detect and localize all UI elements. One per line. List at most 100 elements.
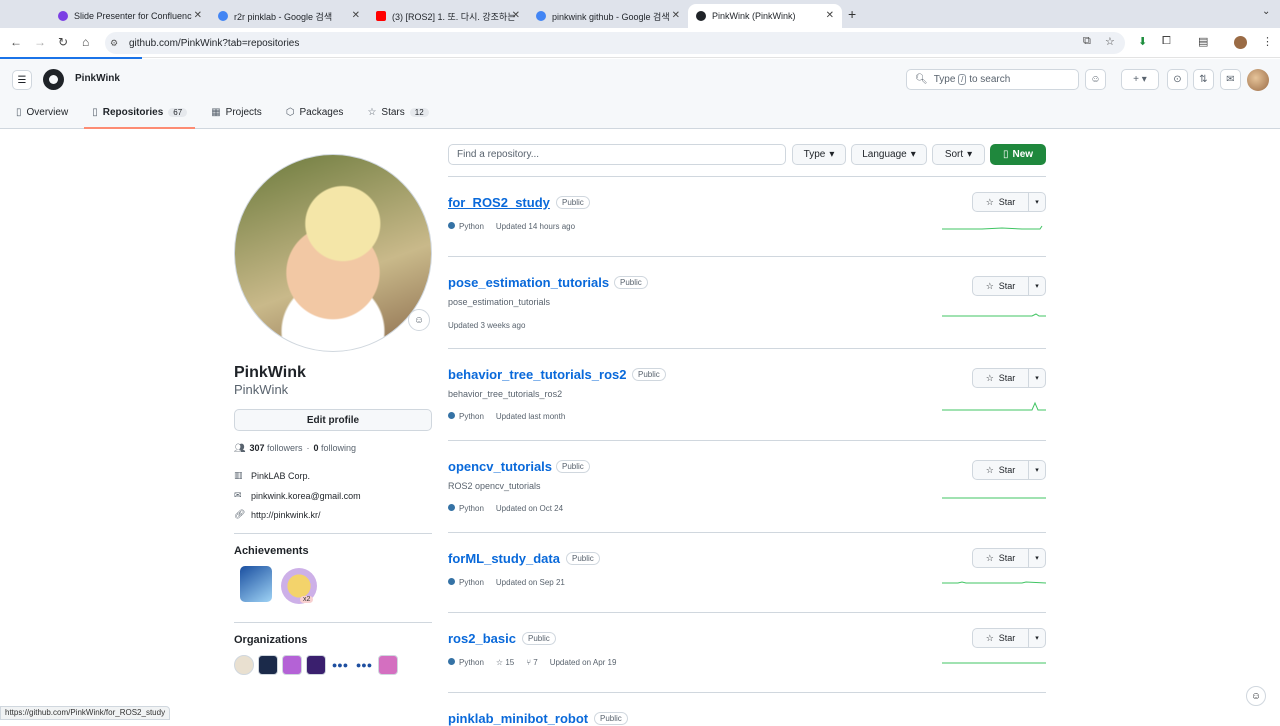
org-avatar[interactable]: [234, 655, 254, 675]
updated-text: Updated last month: [495, 412, 566, 421]
activity-sparkline: [942, 581, 1046, 584]
star-list-dropdown-icon[interactable]: ▾: [1029, 369, 1045, 387]
close-tab-icon[interactable]: ✕: [672, 10, 680, 21]
star-label: Star: [998, 553, 1016, 563]
tab-repositories[interactable]: ▯ Repositories 67: [84, 100, 196, 129]
copilot-chat-icon[interactable]: ☺: [1246, 686, 1266, 706]
repo-name-link[interactable]: pose_estimation_tutorials: [448, 275, 609, 290]
install-app-icon[interactable]: ⧉: [1083, 35, 1091, 48]
star-list-dropdown-icon[interactable]: ▾: [1029, 461, 1045, 479]
org-avatar[interactable]: ●●●: [330, 655, 350, 675]
org-avatar[interactable]: [258, 655, 278, 675]
type-filter-button[interactable]: Type ▾: [792, 144, 846, 165]
tab-search-chevron-icon[interactable]: ⌄: [1262, 6, 1270, 17]
edit-profile-button[interactable]: Edit profile: [234, 409, 432, 431]
followers-link[interactable]: 307 followers: [249, 443, 302, 454]
star-list-dropdown-icon[interactable]: ▾: [1029, 629, 1045, 647]
user-avatar[interactable]: [1247, 69, 1269, 91]
create-new-plus-icon[interactable]: + ▾: [1121, 69, 1159, 90]
star-icon: ☆: [367, 106, 377, 118]
visibility-badge: Public: [556, 460, 590, 473]
org-avatar[interactable]: [282, 655, 302, 675]
email-link[interactable]: pinkwink.korea@gmail.com: [251, 491, 361, 501]
achievement-badge-icon[interactable]: [240, 566, 272, 602]
repo-name-link[interactable]: opencv_tutorials: [448, 459, 552, 474]
star-button[interactable]: ☆ Star ▾: [972, 628, 1046, 648]
side-panel-icon[interactable]: ▤: [1198, 35, 1208, 48]
set-status-smiley-icon[interactable]: ☺: [408, 309, 430, 331]
star-button[interactable]: ☆ Star ▾: [972, 460, 1046, 480]
sort-filter-button[interactable]: Sort ▾: [932, 144, 985, 165]
close-tab-icon[interactable]: ✕: [194, 10, 202, 21]
browser-tab-3[interactable]: pinkwink github - Google 검색 ✕: [528, 4, 688, 28]
star-button[interactable]: ☆ Star ▾: [972, 548, 1046, 568]
browser-tab-4-active[interactable]: PinkWink (PinkWink) ✕: [688, 4, 842, 28]
star-list-dropdown-icon[interactable]: ▾: [1029, 549, 1045, 567]
find-repository-input[interactable]: Find a repository...: [448, 144, 786, 165]
search-input[interactable]: 🔍︎ Type / to search: [906, 69, 1079, 90]
profile-avatar[interactable]: [234, 154, 432, 352]
visibility-badge: Public: [594, 712, 628, 725]
browser-tab-2[interactable]: (3) [ROS2] 1. 또. 다시. 강조하는 ✕: [368, 4, 528, 28]
star-label: Star: [998, 465, 1016, 475]
repo-name-link[interactable]: ros2_basic: [448, 631, 516, 646]
star-list-dropdown-icon[interactable]: ▾: [1029, 193, 1045, 211]
close-tab-icon[interactable]: ✕: [512, 10, 520, 21]
chrome-menu-icon[interactable]: ⋮: [1262, 35, 1273, 48]
following-link[interactable]: 0 following: [314, 443, 357, 454]
repo-name-link[interactable]: forML_study_data: [448, 551, 560, 566]
updated-text: Updated 14 hours ago: [495, 222, 576, 231]
star-button[interactable]: ☆ Star ▾: [972, 368, 1046, 388]
copilot-icon[interactable]: ☺: [1085, 69, 1106, 90]
bookmark-star-icon[interactable]: ☆: [1105, 35, 1115, 48]
site-info-icon[interactable]: ⚙: [110, 38, 118, 49]
close-tab-icon[interactable]: ✕: [826, 10, 834, 21]
reload-icon[interactable]: ↻: [58, 35, 68, 49]
inbox-icon[interactable]: ✉: [1220, 69, 1241, 90]
tab-packages[interactable]: ⬡ Packages: [278, 100, 352, 124]
tab-stars[interactable]: ☆ Stars 12: [359, 100, 436, 124]
browser-tab-0[interactable]: Slide Presenter for Confluenc ✕: [50, 4, 210, 28]
close-tab-icon[interactable]: ✕: [352, 10, 360, 21]
header-username[interactable]: PinkWink: [75, 73, 120, 84]
star-icon: ☆: [985, 280, 994, 291]
back-arrow-icon[interactable]: ←: [10, 35, 22, 49]
pull-requests-icon[interactable]: ⇅: [1193, 69, 1214, 90]
package-icon: ⬡: [285, 106, 295, 118]
repo-name-link[interactable]: for_ROS2_study: [448, 195, 550, 210]
github-logo-icon[interactable]: [43, 69, 64, 90]
browser-toolbar: ← → ↻ ⌂ github.com/PinkWink?tab=reposito…: [0, 28, 1280, 58]
menu-hamburger-icon[interactable]: ☰: [12, 70, 32, 90]
new-tab-plus-icon[interactable]: +: [848, 6, 856, 22]
organizations-title: Organizations: [234, 634, 308, 646]
browser-tab-strip: Slide Presenter for Confluenc ✕ r2r pink…: [0, 0, 1280, 28]
repo-name-link[interactable]: behavior_tree_tutorials_ros2: [448, 367, 626, 382]
star-list-dropdown-icon[interactable]: ▾: [1029, 277, 1045, 295]
forks-link[interactable]: ⑂ 7: [526, 658, 537, 667]
youtube-favicon-icon: [376, 11, 386, 21]
forward-arrow-icon[interactable]: →: [34, 35, 46, 49]
repo-icon: ▯: [92, 106, 98, 118]
divider: [448, 348, 1046, 349]
website-link[interactable]: http://pinkwink.kr/: [251, 510, 321, 520]
address-bar[interactable]: github.com/PinkWink?tab=repositories: [105, 32, 1125, 54]
profile-avatar-icon[interactable]: [1234, 36, 1247, 49]
star-button[interactable]: ☆ Star ▾: [972, 192, 1046, 212]
org-avatar[interactable]: [378, 655, 398, 675]
github-favicon-icon: [696, 11, 706, 21]
extensions-icon[interactable]: ⧠: [1162, 35, 1171, 48]
tab-overview[interactable]: ▯ Overview: [8, 100, 76, 124]
repo-name-link[interactable]: pinklab_minibot_robot: [448, 711, 588, 726]
org-avatar[interactable]: ●●●: [354, 655, 374, 675]
browser-tab-1[interactable]: r2r pinklab - Google 검색 ✕: [210, 4, 368, 28]
language-filter-button[interactable]: Language ▾: [851, 144, 927, 165]
download-icon[interactable]: ⬇: [1138, 35, 1147, 48]
org-avatar[interactable]: [306, 655, 326, 675]
new-repository-button[interactable]: ▯ New: [990, 144, 1046, 165]
followers-label: followers: [266, 443, 303, 453]
star-button[interactable]: ☆ Star ▾: [972, 276, 1046, 296]
tab-projects[interactable]: ▦ Projects: [203, 100, 270, 124]
home-icon[interactable]: ⌂: [82, 35, 89, 49]
stargazers-link[interactable]: ☆ 15: [496, 658, 514, 667]
issues-icon[interactable]: ⊙: [1167, 69, 1188, 90]
